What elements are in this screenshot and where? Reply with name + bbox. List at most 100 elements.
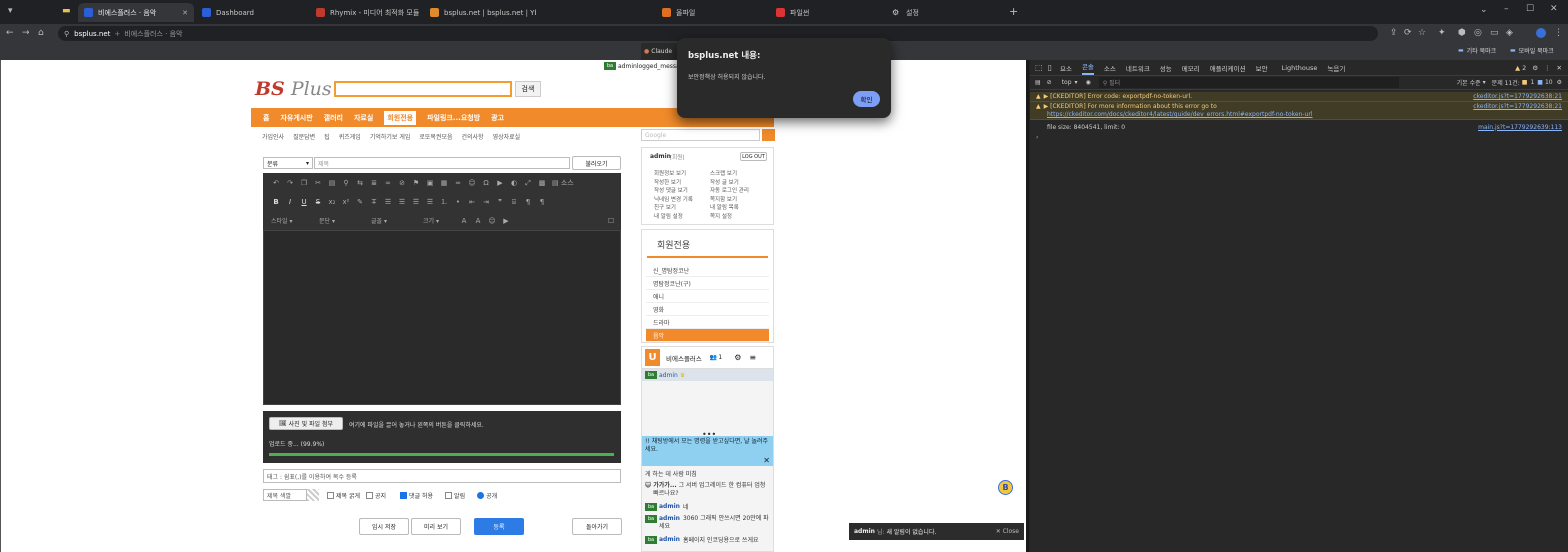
subnav-item[interactable]: 기억하기보 게임: [370, 132, 411, 141]
user-link[interactable]: 쪽지 설정: [710, 213, 749, 222]
clear-console-icon[interactable]: ⊘: [1047, 79, 1052, 86]
close-window-icon[interactable]: ✕: [1550, 4, 1558, 14]
submit-button[interactable]: 등록: [474, 518, 524, 535]
console-source-link[interactable]: main.js?t=1779292639:113: [1478, 124, 1562, 131]
nav-archive[interactable]: 자료실: [354, 113, 373, 123]
user-link[interactable]: 내 알림 설정: [654, 213, 693, 222]
color-picker-swatch[interactable]: [307, 489, 319, 501]
share-icon[interactable]: ⇪: [1390, 28, 1398, 38]
translate-icon[interactable]: ⟳: [1404, 28, 1412, 38]
back-button[interactable]: 돌아가기: [572, 518, 622, 535]
console-filter-input[interactable]: ⚲ 필터: [1098, 77, 1399, 88]
close-icon[interactable]: ✕: [1557, 64, 1562, 72]
font-select[interactable]: 글꼴 ▾: [371, 216, 423, 225]
devtools-tab-network[interactable]: 네트워크: [1126, 63, 1150, 73]
console-source-link[interactable]: ckeditor.js?t=1779292638:21: [1473, 103, 1562, 110]
underline-icon[interactable]: U: [300, 198, 308, 206]
google-search-button[interactable]: [762, 129, 775, 141]
user-link[interactable]: 친구 보기: [654, 204, 693, 213]
title-color-input[interactable]: 제목 색깔: [263, 489, 307, 501]
maximize-icon[interactable]: ⤢: [524, 179, 532, 187]
new-tab-icon[interactable]: +: [1009, 5, 1018, 18]
user-link[interactable]: 자동 로그인 관리: [710, 187, 749, 196]
site-info-icon[interactable]: ⚲: [64, 30, 69, 38]
emoji-icon[interactable]: ☺: [488, 217, 496, 225]
temp-save-button[interactable]: 임시 저장: [359, 518, 409, 535]
bold-icon[interactable]: B: [272, 198, 280, 206]
category-select[interactable]: 분류 ▾: [263, 157, 313, 169]
editor-content-area[interactable]: [263, 230, 621, 405]
google-search-input[interactable]: Google: [641, 129, 760, 141]
paragraph-select[interactable]: 문단 ▾: [319, 216, 371, 225]
more-menu-icon[interactable]: ⋮: [1554, 28, 1563, 38]
dialog-ok-button[interactable]: 확인: [853, 91, 880, 107]
site-logo[interactable]: BS Plus: [255, 78, 332, 100]
outdent-icon[interactable]: ⇤: [468, 198, 476, 206]
subnav-item[interactable]: 팁: [324, 132, 330, 141]
rtl-icon[interactable]: ¶: [538, 198, 546, 206]
notify-checkbox[interactable]: 알림: [445, 491, 465, 500]
indent-icon[interactable]: ⇥: [482, 198, 490, 206]
flag-icon[interactable]: ⚑: [412, 179, 420, 187]
maximize-icon[interactable]: ☐: [1526, 4, 1534, 14]
copy-icon[interactable]: ❐: [300, 179, 308, 187]
align-left-icon[interactable]: ☰: [384, 198, 392, 206]
hr-icon[interactable]: ═: [454, 179, 462, 187]
nav-gallery[interactable]: 갤러리: [324, 113, 343, 123]
file-upload-area[interactable]: 🖼 사진 및 파일 첨부 여기에 파일을 끌어 놓거나 왼쪽의 버튼을 클릭하세요…: [263, 411, 621, 463]
style-select[interactable]: 스타일 ▾: [271, 216, 319, 225]
user-link[interactable]: 작성 댓글 보기: [654, 187, 693, 196]
category-item[interactable]: 신_명탐정코난: [646, 264, 769, 277]
extension-icon[interactable]: ⬢: [1458, 28, 1466, 38]
folder-icon[interactable]: ▬: [62, 6, 71, 16]
category-item[interactable]: 드라마: [646, 316, 769, 329]
remove-format-icon[interactable]: T̶: [370, 198, 378, 206]
tag-input[interactable]: 태그 : 쉼표(,)를 이용하여 복수 등록: [263, 469, 621, 483]
notice-checkbox[interactable]: 공지: [366, 491, 386, 500]
emoji-icon[interactable]: ☺: [468, 179, 476, 187]
tab-settings[interactable]: ⚙ 설정: [886, 3, 998, 22]
category-item[interactable]: 애니: [646, 290, 769, 303]
user-link[interactable]: 쪽지함 보기: [710, 196, 749, 205]
image-icon[interactable]: ▣: [426, 179, 434, 187]
special-char-icon[interactable]: Ω: [482, 179, 490, 187]
tab-active[interactable]: 비에스플러스 · 음악 ✕: [78, 3, 194, 22]
console-doc-link[interactable]: https://ckeditor.com/docs/ckeditor4/late…: [1047, 111, 1313, 118]
title-input[interactable]: 제목: [314, 157, 570, 169]
chat-user-row[interactable]: ba admin ♛: [642, 369, 773, 381]
floating-b-button[interactable]: B: [998, 480, 1013, 495]
hamburger-menu-icon[interactable]: ≡: [749, 353, 756, 362]
user-link[interactable]: 내 알림 목록: [710, 204, 749, 213]
subnav-item[interactable]: 퀴즈게임: [339, 132, 361, 141]
preview-button[interactable]: 미리 보기: [411, 518, 461, 535]
tab-bsplus-ybs[interactable]: bsplus.net | bsplus.net | Ybs7415: [424, 3, 536, 22]
close-icon[interactable]: ✕: [763, 457, 770, 465]
home-icon[interactable]: ⌂: [38, 28, 44, 38]
paste-icon[interactable]: ▤: [328, 179, 336, 187]
site-search-button[interactable]: 검색: [515, 81, 541, 97]
video-icon[interactable]: ▶: [502, 217, 510, 225]
load-draft-button[interactable]: 불러오기: [572, 156, 621, 170]
tab-rhymix[interactable]: Rhymix - 미디어 최적화 모듈 개발: [310, 3, 422, 22]
user-link[interactable]: 작성한 보기: [654, 179, 693, 188]
toast-close-button[interactable]: ✕ Close: [996, 528, 1019, 535]
source-button[interactable]: ▤ 소스: [552, 179, 574, 187]
subnav-item[interactable]: 가입인사: [262, 132, 284, 141]
profile-avatar[interactable]: [1536, 28, 1546, 38]
gear-icon[interactable]: ⚙: [1532, 64, 1538, 72]
inspect-icon[interactable]: ⬚: [1035, 63, 1043, 72]
more-menu-icon[interactable]: ⋮: [1544, 64, 1551, 72]
devtools-tab-recorder[interactable]: 녹음기: [1327, 63, 1345, 73]
superscript-icon[interactable]: x²: [342, 198, 350, 206]
cut-icon[interactable]: ✂: [314, 179, 322, 187]
forward-icon[interactable]: →: [22, 28, 30, 38]
bold-title-checkbox[interactable]: 제목 굵게: [327, 491, 360, 500]
log-level-select[interactable]: 기본 수준: [1457, 78, 1481, 87]
nav-file-links[interactable]: 파일링크...요청방: [427, 113, 480, 123]
back-icon[interactable]: ←: [6, 28, 14, 38]
nav-home[interactable]: 홈: [263, 113, 269, 123]
numbered-list-icon[interactable]: ⒈: [440, 198, 448, 206]
user-link[interactable]: 스크랩 보기: [710, 170, 749, 179]
subnav-item[interactable]: 로또복권모음: [419, 132, 452, 141]
user-link[interactable]: 닉네임 변경 기록: [654, 196, 693, 205]
